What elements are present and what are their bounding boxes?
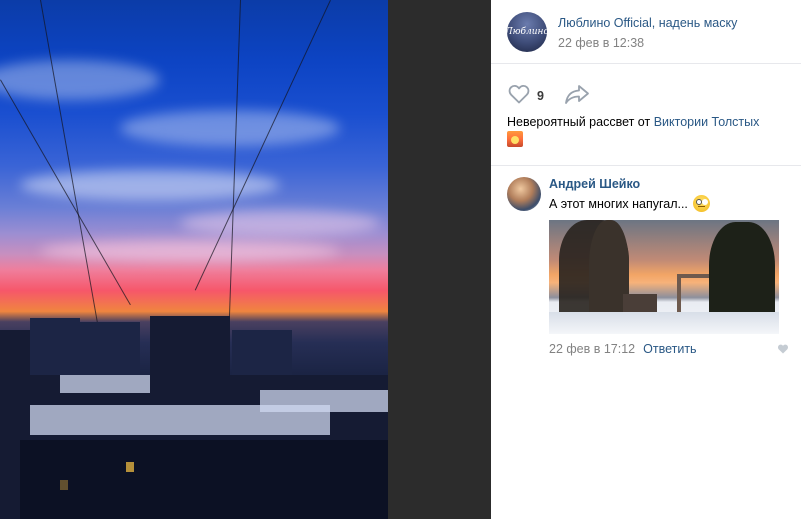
sunrise-emoji-icon — [507, 131, 523, 147]
share-arrow-icon — [564, 83, 590, 108]
group-avatar[interactable]: Люблино — [507, 12, 547, 52]
heart-icon — [778, 344, 788, 354]
rolling-eyes-emoji-icon — [692, 195, 710, 212]
comment-photo[interactable] — [549, 220, 779, 334]
comment-body: Андрей Шейко А этот многих напугал... 22… — [549, 177, 789, 356]
caption-text: Невероятный рассвет от — [507, 115, 654, 129]
post-caption: Невероятный рассвет от Виктории Толстых — [507, 114, 797, 149]
like-button[interactable]: 9 — [507, 82, 544, 109]
post-date[interactable]: 22 фев в 12:38 — [558, 36, 644, 50]
comment-author-avatar[interactable] — [507, 177, 541, 211]
comment-author-name[interactable]: Андрей Шейко — [549, 177, 789, 191]
heart-icon — [507, 82, 531, 109]
share-button[interactable] — [564, 83, 590, 108]
group-avatar-text: Люблино — [507, 27, 547, 37]
post-info-panel: Люблино Люблино Official, надень маску 2… — [491, 0, 801, 519]
post-header: Люблино Люблино Official, надень маску 2… — [491, 0, 801, 64]
comment-like-button[interactable] — [777, 343, 789, 355]
like-count: 9 — [537, 88, 544, 103]
photo-viewer — [0, 0, 491, 519]
post-actions: 9 — [507, 82, 590, 109]
comment-date[interactable]: 22 фев в 17:12 — [549, 342, 635, 356]
post-photo-sunrise[interactable] — [0, 0, 388, 519]
reply-button[interactable]: Ответить — [643, 342, 696, 356]
comment-text-row: А этот многих напугал... — [549, 195, 789, 212]
comment-text: А этот многих напугал... — [549, 196, 688, 211]
group-name-link[interactable]: Люблино Official, надень маску — [558, 16, 737, 30]
caption-author-link[interactable]: Виктории Толстых — [654, 115, 760, 129]
comment-meta: 22 фев в 17:12 Ответить — [549, 342, 789, 356]
section-divider — [491, 165, 801, 166]
